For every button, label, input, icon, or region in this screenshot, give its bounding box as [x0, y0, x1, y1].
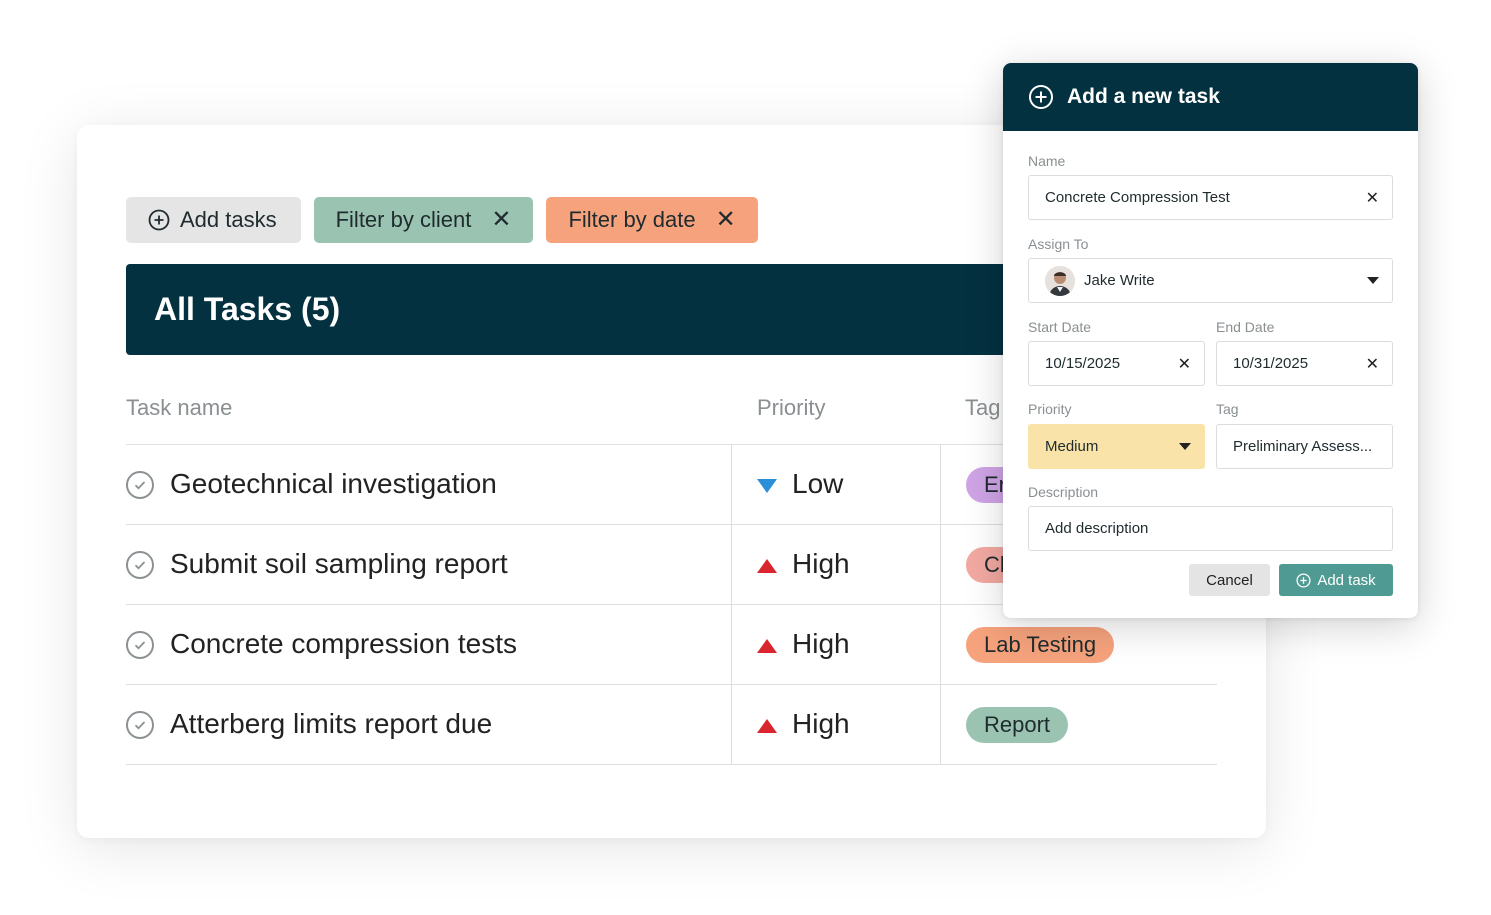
- start-date-field[interactable]: 10/15/2025 ✕: [1028, 341, 1205, 386]
- filter-by-client-label: Filter by client: [335, 207, 472, 232]
- plus-circle-icon: [1296, 572, 1311, 588]
- description-placeholder: Add description: [1045, 520, 1149, 537]
- column-divider: [940, 685, 941, 765]
- chevron-down-icon: [1179, 443, 1191, 450]
- checkmark-circle-icon[interactable]: [126, 551, 154, 579]
- checkmark-circle-icon[interactable]: [126, 471, 154, 499]
- column-divider: [940, 445, 941, 525]
- avatar: [1045, 265, 1075, 296]
- start-date-value: 10/15/2025: [1045, 355, 1121, 372]
- priority-label: Priority: [1028, 401, 1072, 417]
- add-tasks-button[interactable]: Add tasks: [126, 197, 301, 243]
- column-header-task-name: Task name: [126, 395, 233, 420]
- close-icon[interactable]: ✕: [491, 208, 511, 232]
- cancel-button[interactable]: Cancel: [1189, 564, 1270, 596]
- task-name[interactable]: Atterberg limits report due: [170, 708, 492, 740]
- tag-value: Preliminary Assess...: [1233, 438, 1373, 455]
- end-date-label: End Date: [1216, 319, 1275, 335]
- clear-icon[interactable]: ✕: [1366, 188, 1379, 208]
- filter-by-client-chip[interactable]: Filter by client ✕: [313, 197, 534, 243]
- name-value: Concrete Compression Test: [1045, 189, 1230, 206]
- close-icon[interactable]: ✕: [716, 208, 736, 232]
- cancel-label: Cancel: [1206, 571, 1253, 589]
- checkmark-circle-icon[interactable]: [126, 631, 154, 659]
- priority-value: High: [792, 628, 850, 659]
- task-name[interactable]: Geotechnical investigation: [170, 468, 497, 500]
- tag-badge[interactable]: Report: [966, 707, 1069, 743]
- start-date-label: Start Date: [1028, 319, 1092, 335]
- name-field[interactable]: Concrete Compression Test ✕: [1028, 175, 1393, 220]
- tag-badge[interactable]: Lab Testing: [966, 627, 1115, 663]
- end-date-field[interactable]: 10/31/2025 ✕: [1216, 341, 1393, 386]
- priority-value: High: [792, 708, 850, 739]
- add-task-label: Add task: [1317, 571, 1376, 589]
- task-name[interactable]: Concrete compression tests: [170, 628, 517, 660]
- chevron-down-icon: [1367, 277, 1379, 284]
- table-row[interactable]: Atterberg limits report due High Report: [126, 685, 1217, 765]
- priority-value: High: [792, 548, 850, 579]
- assign-to-label: Assign To: [1028, 236, 1089, 252]
- column-divider: [940, 605, 941, 685]
- triangle-down-icon: [757, 479, 777, 493]
- description-field[interactable]: Add description: [1028, 506, 1393, 551]
- column-divider: [731, 605, 732, 685]
- column-header-priority: Priority: [757, 395, 826, 420]
- plus-circle-icon: [148, 209, 170, 231]
- column-divider: [731, 525, 732, 605]
- task-name[interactable]: Submit soil sampling report: [170, 548, 508, 580]
- filter-by-date-chip[interactable]: Filter by date ✕: [546, 197, 758, 243]
- checkmark-circle-icon[interactable]: [126, 711, 154, 739]
- page-title: All Tasks (5): [154, 291, 341, 327]
- dialog-header: Add a new task: [1003, 63, 1418, 131]
- assignee-name: Jake Write: [1084, 272, 1155, 289]
- column-divider: [731, 445, 732, 525]
- priority-value: Medium: [1045, 438, 1099, 455]
- end-date-value: 10/31/2025: [1233, 355, 1309, 372]
- assign-to-select[interactable]: Jake Write: [1028, 258, 1393, 303]
- triangle-up-icon: [757, 639, 777, 653]
- add-task-dialog: Add a new task Name Concrete Compression…: [1003, 63, 1418, 618]
- add-tasks-label: Add tasks: [180, 207, 277, 232]
- dialog-title: Add a new task: [1067, 85, 1220, 108]
- triangle-up-icon: [757, 719, 777, 733]
- triangle-up-icon: [757, 559, 777, 573]
- priority-value: Low: [792, 468, 844, 499]
- plus-circle-icon: [1029, 85, 1053, 109]
- column-header-tag: Tag: [965, 395, 1001, 420]
- filter-by-date-label: Filter by date: [568, 207, 696, 232]
- priority-select[interactable]: Medium: [1028, 424, 1205, 469]
- add-task-button[interactable]: Add task: [1279, 564, 1393, 596]
- tag-label: Tag: [1216, 401, 1239, 417]
- tag-field[interactable]: Preliminary Assess...: [1216, 424, 1393, 469]
- clear-icon[interactable]: ✕: [1366, 354, 1379, 374]
- column-divider: [940, 525, 941, 605]
- name-label: Name: [1028, 153, 1066, 169]
- toolbar: Add tasks Filter by client ✕ Filter by d…: [126, 197, 758, 243]
- clear-icon[interactable]: ✕: [1178, 354, 1191, 374]
- description-label: Description: [1028, 484, 1099, 500]
- column-divider: [731, 685, 732, 765]
